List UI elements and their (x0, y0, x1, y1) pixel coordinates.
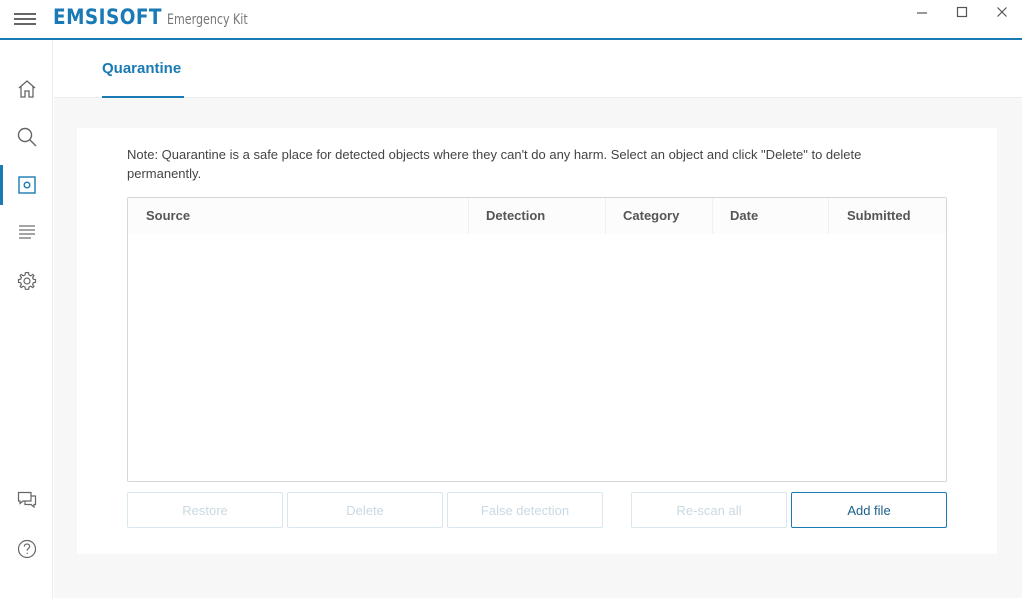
home-icon (18, 80, 35, 98)
sidebar-item-quarantine[interactable] (0, 165, 53, 205)
quarantine-table[interactable]: Source Detection Category Date Submitted (127, 197, 947, 482)
column-separator (712, 198, 713, 234)
tab-active-underline (102, 96, 184, 98)
close-button[interactable] (982, 0, 1022, 24)
rescan-all-button[interactable]: Re-scan all (631, 492, 787, 528)
tab-quarantine[interactable]: Quarantine (102, 60, 184, 98)
column-header-submitted[interactable]: Submitted (847, 198, 911, 234)
column-separator (828, 198, 829, 234)
restore-button[interactable]: Restore (127, 492, 283, 528)
sidebar-item-logs[interactable] (0, 212, 53, 252)
column-header-date[interactable]: Date (730, 198, 758, 234)
column-separator (605, 198, 606, 234)
sidebar-item-home[interactable] (0, 69, 53, 109)
help-icon (17, 539, 36, 559)
minimize-icon (917, 12, 927, 14)
logs-icon (18, 225, 35, 239)
main-content: Quarantine Note: Quarantine is a safe pl… (54, 40, 1022, 598)
sidebar-item-help[interactable] (0, 529, 53, 569)
column-header-category[interactable]: Category (623, 198, 679, 234)
window-controls (902, 0, 1022, 24)
false-detection-button[interactable]: False detection (447, 492, 603, 528)
delete-button[interactable]: Delete (287, 492, 443, 528)
column-header-detection[interactable]: Detection (486, 198, 545, 234)
quarantine-icon (17, 176, 36, 194)
quarantine-note: Note: Quarantine is a safe place for det… (127, 147, 862, 181)
sidebar (0, 40, 53, 598)
tab-bar: Quarantine (54, 40, 1022, 98)
maximize-button[interactable] (942, 0, 982, 24)
column-separator (468, 198, 469, 234)
close-icon (997, 7, 1007, 17)
search-icon (17, 127, 36, 147)
sidebar-item-scan[interactable] (0, 117, 53, 157)
column-header-source[interactable]: Source (146, 198, 190, 234)
gear-icon (17, 271, 36, 290)
sidebar-item-settings[interactable] (0, 261, 53, 301)
add-file-button[interactable]: Add file (791, 492, 947, 528)
brand-name: EMSISOFT (53, 5, 162, 29)
maximize-icon (956, 6, 968, 18)
product-name: Emergency Kit (166, 12, 248, 28)
quarantine-panel: Note: Quarantine is a safe place for det… (77, 128, 997, 554)
minimize-button[interactable] (902, 0, 942, 24)
table-body (128, 234, 946, 481)
app-logo: EMSISOFT Emergency Kit (53, 5, 259, 33)
chat-icon (17, 491, 36, 509)
sidebar-item-feedback[interactable] (0, 480, 53, 520)
table-header: Source Detection Category Date Submitted (128, 198, 946, 234)
title-bar: EMSISOFT Emergency Kit (0, 0, 1022, 40)
hamburger-menu-icon[interactable] (14, 12, 36, 26)
tab-quarantine-label: Quarantine (102, 60, 182, 77)
